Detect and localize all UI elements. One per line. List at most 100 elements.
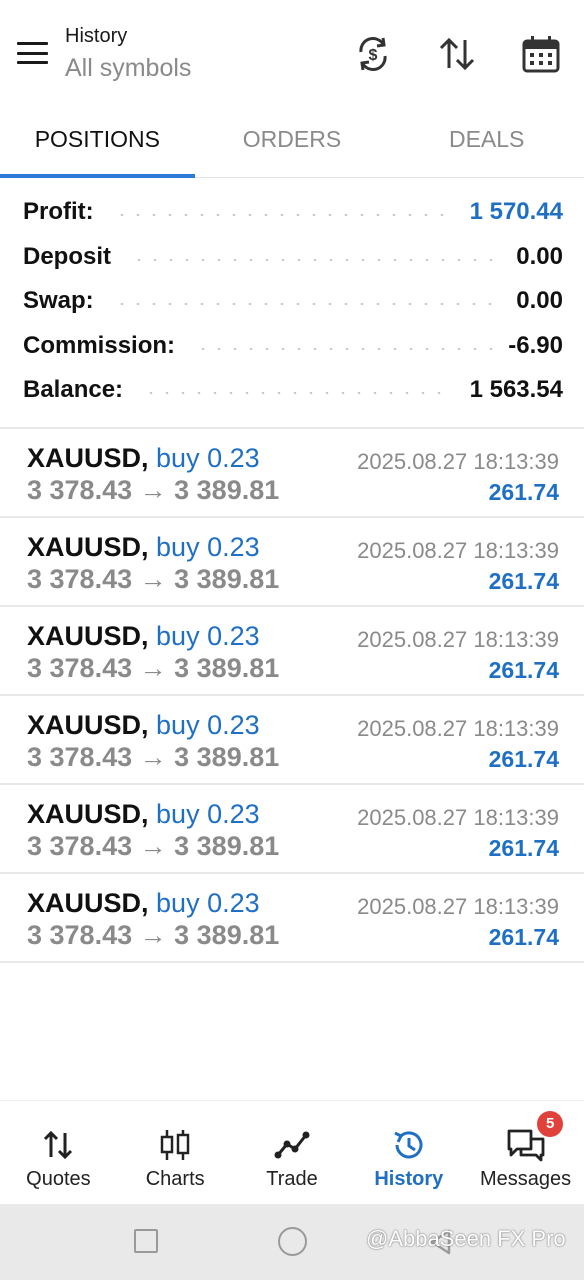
- summary-value: 0.00: [516, 242, 563, 270]
- summary-value: 0.00: [516, 287, 563, 315]
- summary-row-profit: Profit: 1 570.44: [23, 190, 563, 235]
- summary-label: Swap:: [23, 287, 94, 315]
- list-item[interactable]: XAUUSD, buy 0.23 3 378.43 → 3 389.81 202…: [0, 607, 584, 696]
- arrow-icon: →: [139, 475, 167, 505]
- open-price: 3 378.43: [27, 564, 133, 594]
- symbol: XAUUSD,: [27, 621, 149, 651]
- dot-leader: [113, 303, 501, 306]
- profit-value: 261.74: [488, 657, 559, 683]
- summary-value: 1 563.54: [469, 376, 563, 404]
- home-button[interactable]: [278, 1227, 307, 1256]
- recent-apps-button[interactable]: [134, 1229, 158, 1253]
- list-item[interactable]: XAUUSD, buy 0.23 3 378.43 → 3 389.81 202…: [0, 518, 584, 607]
- top-app-bar: History All symbols $: [0, 0, 584, 100]
- unread-badge: 5: [537, 1111, 564, 1137]
- list-item[interactable]: XAUUSD, buy 0.23 3 378.43 → 3 389.81 202…: [0, 785, 584, 874]
- candlestick-icon: [160, 1130, 190, 1160]
- list-item[interactable]: XAUUSD, buy 0.23 3 378.43 → 3 389.81 202…: [0, 696, 584, 785]
- close-price: 3 389.81: [174, 920, 280, 950]
- close-price: 3 389.81: [174, 742, 280, 772]
- summary-label: Balance:: [23, 376, 124, 404]
- tab-orders[interactable]: ORDERS: [195, 108, 390, 177]
- symbol: XAUUSD,: [27, 888, 149, 918]
- list-item[interactable]: XAUUSD, buy 0.23 3 378.43 → 3 389.81 202…: [0, 429, 584, 518]
- title-block[interactable]: History All symbols: [65, 24, 191, 84]
- arrow-icon: →: [139, 742, 167, 772]
- currency-exchange-icon[interactable]: $: [353, 34, 393, 74]
- list-item[interactable]: XAUUSD, buy 0.23 3 378.43 → 3 389.81 202…: [0, 874, 584, 963]
- open-price: 3 378.43: [27, 653, 133, 683]
- summary-value: 1 570.44: [469, 198, 563, 226]
- tab-positions[interactable]: POSITIONS: [0, 108, 195, 178]
- timestamp: 2025.08.27 18:13:39: [357, 716, 559, 741]
- direction-volume: buy 0.23: [156, 621, 260, 651]
- nav-trade[interactable]: Trade: [234, 1101, 351, 1204]
- nav-label: Trade: [266, 1168, 318, 1190]
- page-title: History: [65, 25, 128, 47]
- profit-value: 261.74: [488, 835, 559, 861]
- watermark: @AbbaSeen FX Pro: [366, 1226, 566, 1251]
- timestamp: 2025.08.27 18:13:39: [357, 805, 559, 830]
- profit-value: 261.74: [488, 568, 559, 594]
- direction-volume: buy 0.23: [156, 532, 260, 562]
- dot-leader: [113, 214, 454, 217]
- timestamp: 2025.08.27 18:13:39: [357, 449, 559, 474]
- arrow-icon: →: [139, 831, 167, 861]
- summary-label: Deposit: [23, 242, 112, 270]
- arrow-icon: →: [139, 920, 167, 950]
- hamburger-menu-icon[interactable]: [17, 42, 48, 64]
- symbol-filter[interactable]: All symbols: [65, 52, 191, 84]
- dot-leader: [195, 347, 493, 350]
- close-price: 3 389.81: [174, 475, 280, 505]
- system-navigation-bar: @AbbaSeen FX Pro: [0, 1204, 584, 1280]
- bottom-navigation: Quotes Charts Trade History 5 Messages: [0, 1100, 584, 1204]
- dot-leader: [131, 258, 501, 261]
- svg-text:$: $: [369, 47, 378, 64]
- profit-value: 261.74: [488, 746, 559, 772]
- dot-leader: [143, 392, 454, 395]
- symbol: XAUUSD,: [27, 799, 149, 829]
- symbol: XAUUSD,: [27, 443, 149, 473]
- direction-volume: buy 0.23: [156, 443, 260, 473]
- tab-deals[interactable]: DEALS: [389, 108, 584, 177]
- profit-value: 261.74: [488, 479, 559, 505]
- open-price: 3 378.43: [27, 742, 133, 772]
- close-price: 3 389.81: [174, 564, 280, 594]
- summary-row-deposit: Deposit 0.00: [23, 235, 563, 280]
- arrow-icon: →: [139, 653, 167, 683]
- timestamp: 2025.08.27 18:13:39: [357, 538, 559, 563]
- summary-row-swap: Swap: 0.00: [23, 279, 563, 324]
- summary-row-balance: Balance: 1 563.54: [23, 368, 563, 413]
- summary-value: -6.90: [508, 331, 563, 359]
- arrow-icon: →: [139, 564, 167, 594]
- trade-line-icon: [274, 1131, 310, 1159]
- nav-label: Charts: [145, 1168, 205, 1190]
- nav-messages[interactable]: 5 Messages: [467, 1101, 584, 1204]
- symbol: XAUUSD,: [27, 532, 149, 562]
- account-summary: Profit: 1 570.44 Deposit 0.00 Swap: 0.00…: [23, 190, 563, 413]
- history-tabs: POSITIONS ORDERS DEALS: [0, 108, 584, 178]
- timestamp: 2025.08.27 18:13:39: [357, 894, 559, 919]
- profit-value: 261.74: [488, 924, 559, 950]
- symbol: XAUUSD,: [27, 710, 149, 740]
- direction-volume: buy 0.23: [156, 799, 260, 829]
- nav-history[interactable]: History: [350, 1101, 467, 1204]
- open-price: 3 378.43: [27, 475, 133, 505]
- nav-label: Messages: [480, 1168, 572, 1190]
- open-price: 3 378.43: [27, 831, 133, 861]
- nav-label: Quotes: [26, 1168, 91, 1190]
- sort-icon[interactable]: [437, 34, 477, 74]
- nav-label: History: [374, 1168, 444, 1190]
- direction-volume: buy 0.23: [156, 888, 260, 918]
- summary-label: Profit:: [23, 198, 94, 226]
- quotes-arrows-icon: [44, 1130, 73, 1160]
- direction-volume: buy 0.23: [156, 710, 260, 740]
- timestamp: 2025.08.27 18:13:39: [357, 627, 559, 652]
- open-price: 3 378.43: [27, 920, 133, 950]
- summary-label: Commission:: [23, 331, 176, 359]
- close-price: 3 389.81: [174, 653, 280, 683]
- nav-charts[interactable]: Charts: [117, 1101, 234, 1204]
- calendar-icon[interactable]: [521, 34, 561, 74]
- positions-list: XAUUSD, buy 0.23 3 378.43 → 3 389.81 202…: [0, 429, 584, 963]
- nav-quotes[interactable]: Quotes: [0, 1101, 117, 1204]
